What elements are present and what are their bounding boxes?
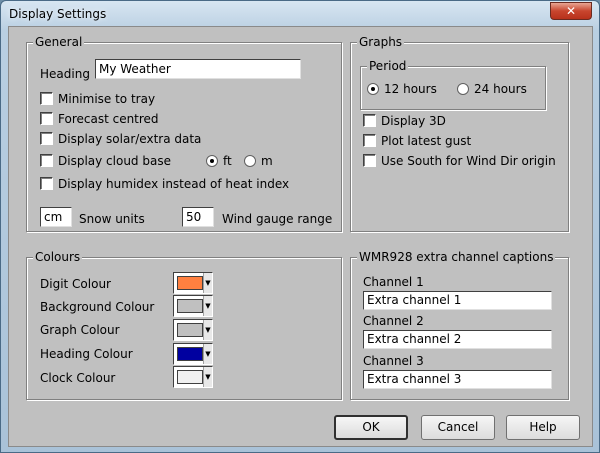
chevron-down-icon[interactable]: ▼ (203, 296, 212, 316)
heading-colour-label: Heading Colour (40, 347, 133, 361)
general-group: General Heading My Weather Minimise to t… (26, 35, 342, 232)
channel-3-label: Channel 3 (363, 354, 424, 368)
channel-3-input[interactable]: Extra channel 3 (363, 370, 552, 389)
heading-colour-picker[interactable]: ▼ (173, 343, 213, 365)
south-wind-label: Use South for Wind Dir origin (381, 154, 556, 168)
cloud-ft-radio[interactable] (206, 155, 218, 167)
minimise-checkbox[interactable] (40, 92, 53, 105)
window-title: Display Settings (9, 7, 107, 21)
period-12-radio[interactable] (367, 83, 379, 95)
wmr-captions-group: WMR928 extra channel captions Channel 1 … (350, 250, 569, 400)
wind-gauge-label: Wind gauge range (222, 212, 333, 226)
colours-legend: Colours (33, 250, 83, 264)
snow-units-label: Snow units (79, 212, 145, 226)
wind-gauge-input[interactable]: 50 (182, 207, 214, 227)
channel-1-input[interactable]: Extra channel 1 (363, 291, 552, 310)
graphs-legend: Graphs (357, 35, 405, 49)
graph-colour-swatch (177, 323, 203, 337)
channel-2-label: Channel 2 (363, 314, 424, 328)
display-3d-label: Display 3D (381, 114, 446, 128)
snow-units-input[interactable]: cm (40, 207, 72, 227)
cloud-base-checkbox[interactable] (40, 154, 53, 167)
ok-button[interactable]: OK (334, 415, 408, 440)
chevron-down-icon[interactable]: ▼ (203, 273, 212, 293)
wmr-legend: WMR928 extra channel captions (357, 250, 556, 264)
display-settings-window: Display Settings ✕ General Heading My We… (0, 0, 600, 453)
channel-1-label: Channel 1 (363, 275, 424, 289)
dialog-client-area: General Heading My Weather Minimise to t… (8, 26, 593, 447)
display-3d-checkbox[interactable] (363, 114, 376, 127)
period-24-label: 24 hours (474, 82, 527, 96)
solar-checkbox[interactable] (40, 132, 53, 145)
background-colour-label: Background Colour (40, 300, 155, 314)
chevron-down-icon[interactable]: ▼ (203, 320, 212, 340)
latest-gust-label: Plot latest gust (381, 134, 472, 148)
clock-colour-swatch (177, 370, 203, 384)
clock-colour-picker[interactable]: ▼ (173, 366, 213, 388)
clock-colour-label: Clock Colour (40, 371, 116, 385)
digit-colour-picker[interactable]: ▼ (173, 272, 213, 294)
period-24-radio[interactable] (457, 83, 469, 95)
chevron-down-icon[interactable]: ▼ (203, 367, 212, 387)
title-bar[interactable]: Display Settings ✕ (1, 1, 599, 27)
digit-colour-swatch (177, 276, 203, 290)
general-legend: General (33, 35, 85, 49)
forecast-label: Forecast centred (58, 112, 159, 126)
period-legend: Period (367, 59, 409, 73)
help-button[interactable]: Help (506, 415, 580, 440)
background-colour-swatch (177, 299, 203, 313)
background-colour-picker[interactable]: ▼ (173, 295, 213, 317)
humidex-checkbox[interactable] (40, 177, 53, 190)
chevron-down-icon[interactable]: ▼ (203, 344, 212, 364)
solar-label: Display solar/extra data (58, 132, 202, 146)
channel-2-input[interactable]: Extra channel 2 (363, 330, 552, 349)
digit-colour-label: Digit Colour (40, 277, 111, 291)
forecast-checkbox[interactable] (40, 112, 53, 125)
heading-input[interactable]: My Weather (95, 59, 301, 79)
graph-colour-label: Graph Colour (40, 323, 120, 337)
close-button[interactable]: ✕ (550, 2, 592, 20)
heading-colour-swatch (177, 347, 203, 361)
cancel-button[interactable]: Cancel (421, 415, 495, 440)
graphs-group: Graphs Period 12 hours 24 hours Display … (350, 35, 569, 232)
colours-group: Colours Digit Colour ▼ Background Colour… (26, 250, 342, 400)
cloud-ft-label: ft (223, 154, 232, 168)
heading-label: Heading (40, 67, 90, 81)
cloud-base-label: Display cloud base (58, 154, 171, 168)
south-wind-checkbox[interactable] (363, 154, 376, 167)
graph-colour-picker[interactable]: ▼ (173, 319, 213, 341)
cloud-m-radio[interactable] (244, 155, 256, 167)
humidex-label: Display humidex instead of heat index (58, 177, 290, 191)
latest-gust-checkbox[interactable] (363, 134, 376, 147)
minimise-label: Minimise to tray (58, 92, 156, 106)
period-12-label: 12 hours (384, 82, 437, 96)
cloud-m-label: m (261, 154, 273, 168)
period-group: Period 12 hours 24 hours (360, 59, 546, 110)
